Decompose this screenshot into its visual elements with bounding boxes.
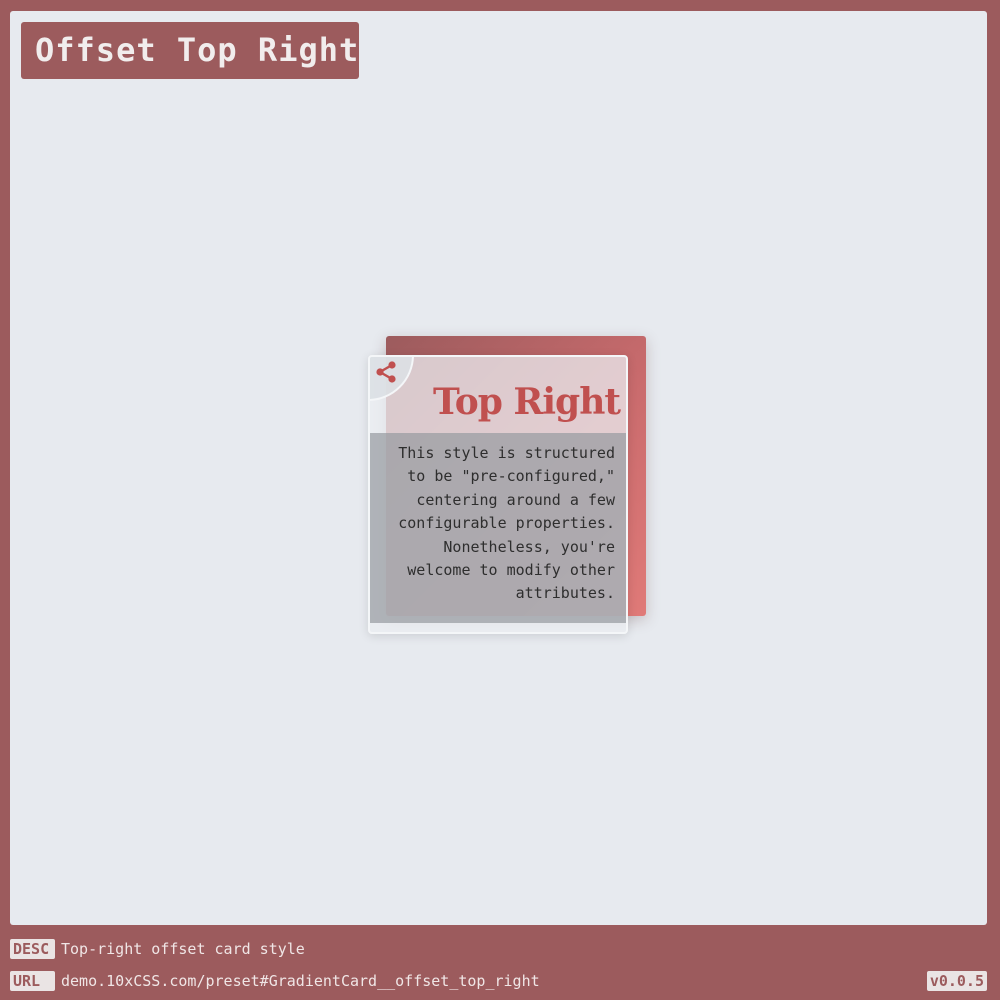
share-icon[interactable] xyxy=(373,359,399,385)
footer-url-row: URL demo.10xCSS.com/preset#GradientCard_… xyxy=(10,971,540,991)
page-title: Offset Top Right xyxy=(21,22,359,79)
footer-desc-row: DESC Top-right offset card style xyxy=(10,939,305,959)
gradient-card: Top Right This style is structured to be… xyxy=(368,355,628,634)
version-badge: v0.0.5 xyxy=(926,971,987,991)
url-tag: URL xyxy=(10,971,55,991)
url-link[interactable]: demo.10xCSS.com/preset#GradientCard__off… xyxy=(61,972,540,990)
card-corner[interactable] xyxy=(370,357,414,401)
card-title: Top Right xyxy=(433,381,621,423)
desc-tag: DESC xyxy=(10,939,55,959)
desc-text: Top-right offset card style xyxy=(61,940,305,958)
stage: Offset Top Right Top Right This style is… xyxy=(10,11,987,925)
card-description: This style is structured to be "pre-conf… xyxy=(398,444,615,603)
